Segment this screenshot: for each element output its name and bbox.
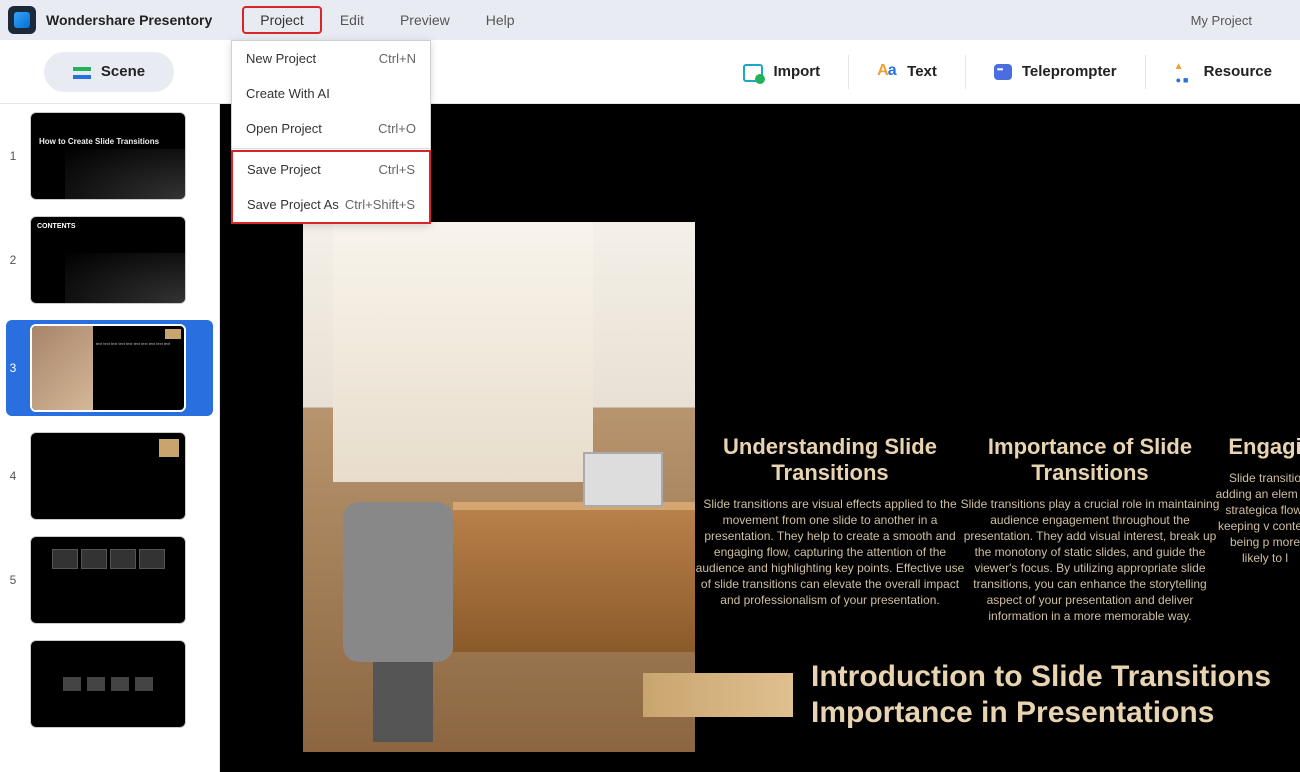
resource-icon	[1174, 63, 1194, 81]
slide-thumbnails-sidebar[interactable]: 1 How to Create Slide Transitions 2 CONT…	[0, 104, 220, 772]
toolbar: Scene Import Aa Text Teleprompter Resour…	[0, 40, 1300, 104]
thumb-row-3[interactable]: 3 text text text text text text text tex…	[6, 320, 213, 416]
thumb-number: 4	[6, 469, 20, 483]
col1-title: Understanding Slide Transitions	[690, 434, 970, 486]
menu-create-ai-label: Create With AI	[246, 86, 330, 101]
menu-items: Project Edit Preview Help	[242, 6, 532, 34]
menu-help[interactable]: Help	[468, 6, 533, 34]
menu-new-project-shortcut: Ctrl+N	[379, 51, 416, 66]
thumb-4[interactable]	[30, 432, 186, 520]
thumb-2-title: CONTENTS	[37, 223, 179, 230]
menu-new-project[interactable]: New Project Ctrl+N	[232, 41, 430, 76]
column-importance: Importance of Slide Transitions Slide tr…	[960, 434, 1220, 624]
col1-body: Slide transitions are visual effects app…	[690, 496, 970, 608]
app-name: Wondershare Presentory	[46, 12, 212, 28]
col2-body: Slide transitions play a crucial role in…	[960, 496, 1220, 624]
thumb-row-5[interactable]: 5	[6, 536, 213, 624]
thumb-1-title: How to Create Slide Transitions	[39, 137, 159, 146]
project-name-label: My Project	[1191, 13, 1252, 28]
column-understanding: Understanding Slide Transitions Slide tr…	[690, 434, 970, 608]
import-button[interactable]: Import	[715, 52, 848, 92]
scene-icon	[73, 65, 91, 79]
intro-line2: Importance in Presentations	[811, 695, 1271, 731]
teleprompter-label: Teleprompter	[1022, 63, 1117, 80]
main-area: 1 How to Create Slide Transitions 2 CONT…	[0, 104, 1300, 772]
menu-save-project-label: Save Project	[247, 162, 321, 177]
thumb-number: 3	[6, 361, 20, 375]
col3-body: Slide transitio adding an elem ed strate…	[1215, 470, 1300, 566]
resource-button[interactable]: Resource	[1146, 52, 1300, 92]
menu-save-as-label: Save Project As	[247, 197, 339, 212]
menu-open-project-shortcut: Ctrl+O	[378, 121, 416, 136]
thumb-row-2[interactable]: 2 CONTENTS	[6, 216, 213, 304]
save-group-highlight: Save Project Ctrl+S Save Project As Ctrl…	[231, 150, 431, 224]
thumb-6[interactable]	[30, 640, 186, 728]
thumb-2[interactable]: CONTENTS	[30, 216, 186, 304]
menu-preview[interactable]: Preview	[382, 6, 468, 34]
col2-title: Importance of Slide Transitions	[960, 434, 1220, 486]
import-label: Import	[773, 63, 820, 80]
thumb-number: 5	[6, 573, 20, 587]
menu-create-ai[interactable]: Create With AI	[232, 76, 430, 111]
thumb-row-1[interactable]: 1 How to Create Slide Transitions	[6, 112, 213, 200]
thumb-number: 2	[6, 253, 20, 267]
slide-hero-image	[303, 222, 695, 752]
text-icon: Aa	[877, 62, 897, 82]
intro-badge	[643, 673, 793, 717]
thumb-number: 1	[6, 149, 20, 163]
menu-open-project-label: Open Project	[246, 121, 322, 136]
project-dropdown: New Project Ctrl+N Create With AI Open P…	[231, 40, 431, 224]
toolbar-group: Import Aa Text Teleprompter Resource	[715, 52, 1300, 92]
scene-label: Scene	[101, 63, 145, 80]
teleprompter-button[interactable]: Teleprompter	[966, 52, 1145, 92]
intro-block: Introduction to Slide Transitions Import…	[643, 659, 1271, 731]
menu-open-project[interactable]: Open Project Ctrl+O	[232, 111, 430, 146]
dropdown-separator	[232, 148, 430, 149]
menu-save-as[interactable]: Save Project As Ctrl+Shift+S	[233, 187, 429, 222]
menu-new-project-label: New Project	[246, 51, 316, 66]
import-icon	[743, 62, 763, 82]
app-logo	[8, 6, 36, 34]
menu-project[interactable]: Project	[242, 6, 322, 34]
menu-save-project-shortcut: Ctrl+S	[379, 162, 415, 177]
scene-button[interactable]: Scene	[44, 52, 174, 92]
thumb-row-6[interactable]	[6, 640, 213, 728]
intro-title: Introduction to Slide Transitions Import…	[811, 659, 1271, 731]
thumb-5[interactable]	[30, 536, 186, 624]
text-label: Text	[907, 63, 937, 80]
text-button[interactable]: Aa Text	[849, 52, 965, 92]
intro-line1: Introduction to Slide Transitions	[811, 659, 1271, 695]
thumb-3[interactable]: text text text text text text text text …	[30, 324, 186, 412]
menu-edit[interactable]: Edit	[322, 6, 382, 34]
menubar: Wondershare Presentory Project Edit Prev…	[0, 0, 1300, 40]
resource-label: Resource	[1204, 63, 1272, 80]
thumb-1[interactable]: How to Create Slide Transitions	[30, 112, 186, 200]
thumb-row-4[interactable]: 4	[6, 432, 213, 520]
menu-save-as-shortcut: Ctrl+Shift+S	[345, 197, 415, 212]
teleprompter-icon	[994, 64, 1012, 80]
column-engaging: Engagi Slide transitio adding an elem ed…	[1215, 434, 1300, 566]
col3-title: Engagi	[1215, 434, 1300, 460]
menu-save-project[interactable]: Save Project Ctrl+S	[233, 152, 429, 187]
